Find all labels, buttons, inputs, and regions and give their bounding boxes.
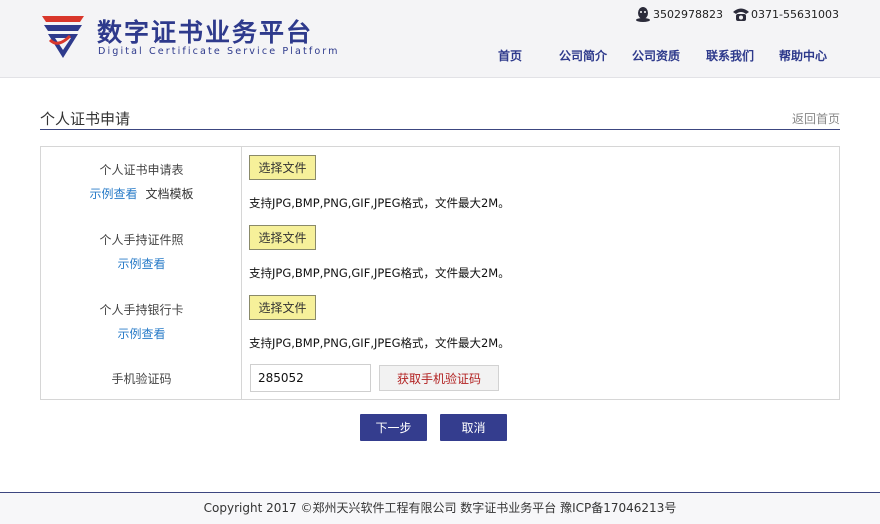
site-header: 数字证书业务平台 Digital Certificate Service Pla… [0,0,880,78]
site-footer: Copyright 2017 ©郑州天兴软件工程有限公司 数字证书业务平台 豫I… [0,492,880,524]
page-title-bar: 个人证书申请 返回首页 [40,104,840,130]
document-template-link[interactable]: 文档模板 [146,187,194,201]
qq-contact: 3502978823 [634,4,723,24]
application-form-label: 个人证书申请表 [99,163,184,177]
file-format-hint: 支持JPG,BMP,PNG,GIF,JPEG格式，文件最大2M。 [249,196,510,210]
bank-card-links: 示例查看 [41,325,242,342]
file-format-hint: 支持JPG,BMP,PNG,GIF,JPEG格式，文件最大2M。 [249,266,510,280]
qq-icon [636,7,650,22]
id-photo-links: 示例查看 [41,255,242,272]
choose-file-button[interactable]: 选择文件 [249,155,316,180]
get-sms-code-button[interactable]: 获取手机验证码 [379,365,499,391]
nav-home[interactable]: 首页 [498,47,522,64]
nav-help[interactable]: 帮助中心 [779,47,827,64]
telephone-icon [733,8,749,21]
page-title: 个人证书申请 [40,110,131,128]
bank-card-label: 个人手持银行卡 [99,303,184,317]
next-step-button[interactable]: 下一步 [360,414,427,441]
choose-file-button[interactable]: 选择文件 [249,225,316,250]
example-view-link[interactable]: 示例查看 [89,187,137,201]
nav-contact[interactable]: 联系我们 [706,47,754,64]
example-view-link[interactable]: 示例查看 [117,257,165,271]
file-format-hint: 支持JPG,BMP,PNG,GIF,JPEG格式，文件最大2M。 [249,336,510,350]
phone-number: 0371-55631003 [751,7,839,21]
nav-qualification[interactable]: 公司资质 [632,47,680,64]
sms-code-input[interactable]: 285052 [250,364,371,392]
id-photo-label: 个人手持证件照 [99,233,184,247]
back-home-link[interactable]: 返回首页 [792,110,840,127]
choose-file-button[interactable]: 选择文件 [249,295,316,320]
cancel-button[interactable]: 取消 [440,414,507,441]
application-form: 个人证书申请表 示例查看 文档模板 选择文件 支持JPG,BMP,PNG,GIF,… [40,146,840,400]
sms-code-label: 手机验证码 [111,372,172,386]
qq-number: 3502978823 [653,7,723,21]
phone-contact: 0371-55631003 [732,4,839,24]
nav-about[interactable]: 公司简介 [559,47,607,64]
logo-subtitle: Digital Certificate Service Platform [98,46,340,57]
logo-title: 数字证书业务平台 [97,18,314,47]
example-view-link[interactable]: 示例查看 [117,327,165,341]
application-form-links: 示例查看 文档模板 [41,185,242,202]
shield-logo-icon [42,16,84,58]
copyright-text: Copyright 2017 ©郑州天兴软件工程有限公司 数字证书业务平台 豫I… [203,501,677,515]
